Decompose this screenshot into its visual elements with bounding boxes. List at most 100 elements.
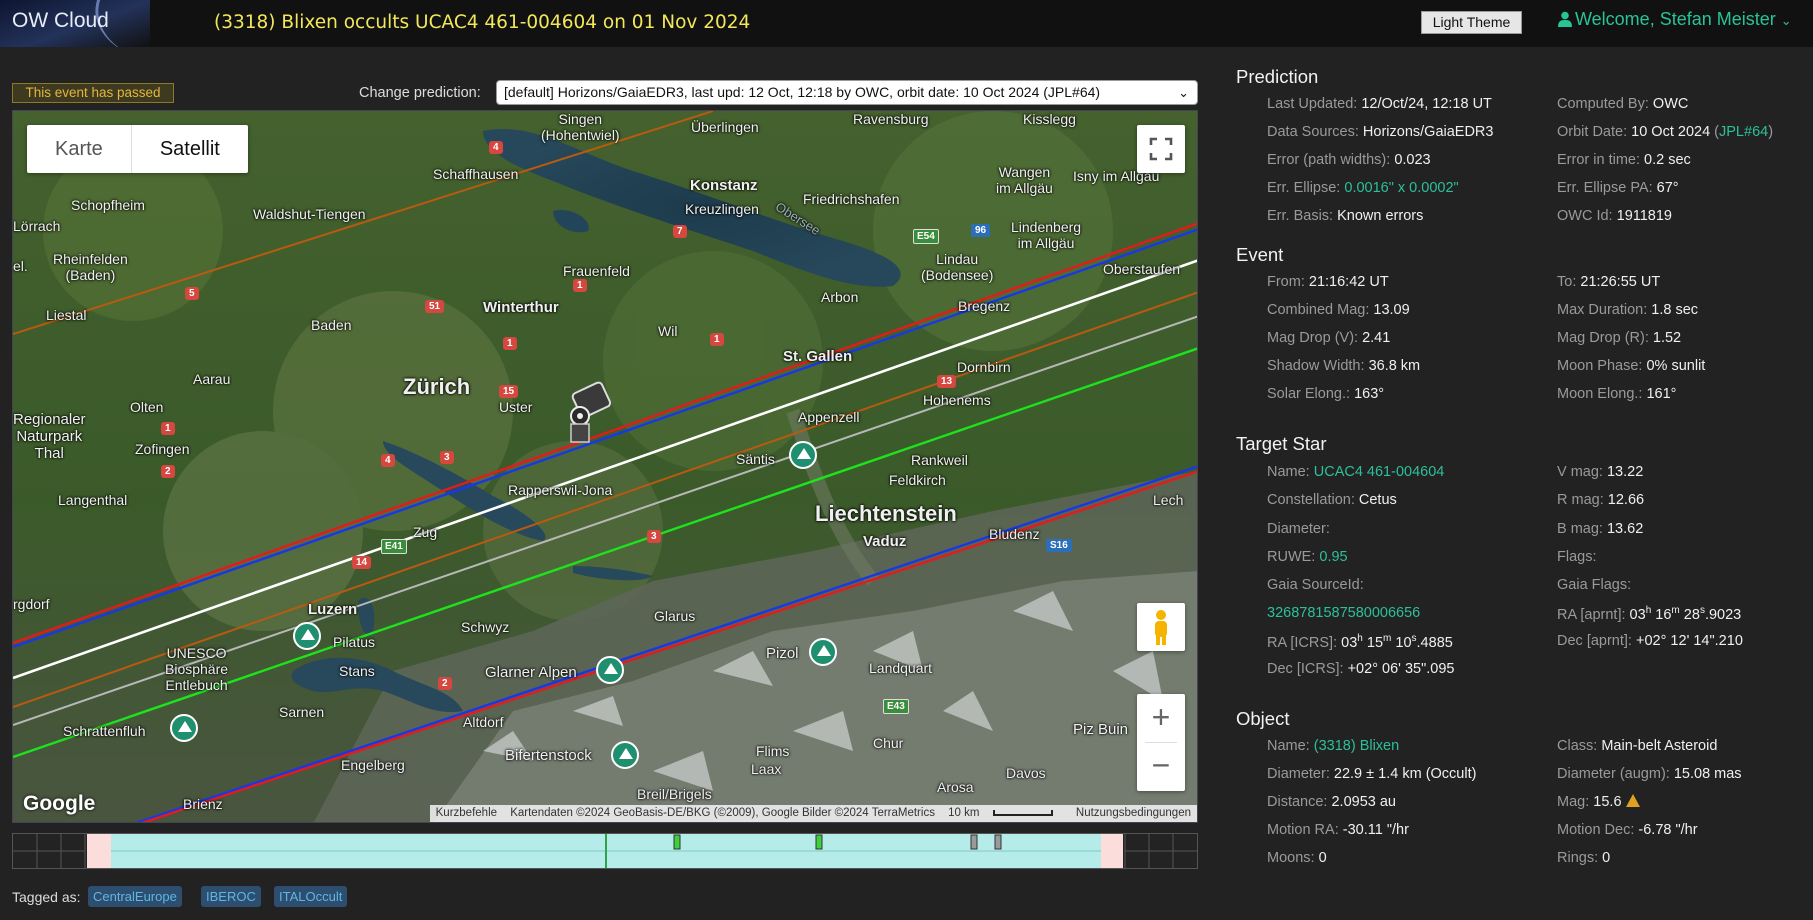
mountain-marker-icon[interactable] [809,638,837,666]
map-type-satellit-button[interactable]: Satellit [130,125,248,173]
label: Diameter: [1267,521,1330,537]
moon-elong-row: Moon Elong.: 161° [1557,386,1676,402]
map-label-langenthal: Langenthal [58,492,128,508]
label: Distance: [1267,794,1328,810]
user-icon [1558,11,1572,27]
value: 1.8 sec [1651,302,1699,318]
value: 13.09 [1373,302,1410,318]
road-badge: 3 [440,451,454,464]
map-label-zurich: Zürich [403,374,471,399]
label: From: [1267,274,1305,290]
value: Known errors [1337,208,1424,224]
map-scale[interactable]: 10 km [948,807,1063,819]
value: 163° [1354,386,1385,402]
gaia-sourceid-value-row: 3268781587580006656 [1267,605,1420,621]
map-label-olten: Olten [130,399,164,415]
label: B mag: [1557,521,1603,537]
map-label-bregenz: Bregenz [958,298,1011,314]
map-label-konstanz: Konstanz [690,177,758,194]
road-badge: S16 [1046,539,1072,552]
gaia-sourceid-link[interactable]: 3268781587580006656 [1267,605,1420,621]
label: Computed By: [1557,96,1649,112]
mountain-marker-icon[interactable] [611,741,639,769]
section-title-prediction: Prediction [1236,66,1319,87]
label: Flags: [1557,549,1597,565]
map-view[interactable]: Singen (Hohentwiel) Überlingen Ravensbur… [12,110,1198,823]
road-badge: 3 [647,530,661,543]
terms-link[interactable]: Nutzungsbedingungen [1076,807,1191,819]
map-label-piz-buin: Piz Buin [1073,721,1129,738]
value: 0 [1602,850,1611,866]
street-view-pegman[interactable] [1137,603,1185,651]
value: 21:26:55 UT [1580,274,1661,290]
label: Rings: [1557,850,1599,866]
tag-italoccult[interactable]: ITALOccult [274,886,348,907]
prediction-select[interactable]: [default] Horizons/GaiaEDR3, last upd: 1… [496,80,1198,105]
map-label-engelberg: Engelberg [341,757,405,773]
map-label-brienz: Brienz [183,796,223,812]
tag-centraleurope[interactable]: CentralEurope [88,886,182,907]
app-logo[interactable]: OW Cloud [0,0,150,47]
ra-icrs-row: RA [ICRS]: 03h 15m 10s.4885 [1267,633,1453,651]
user-menu[interactable]: Welcome, Stefan Meister ⌄ [1558,9,1792,30]
app-logo-text: OW Cloud [12,9,109,32]
diameter-augm-row: Diameter (augm): 15.08 mas [1557,766,1742,782]
value[interactable]: 0.0016" x 0.0002" [1344,180,1458,196]
error-time-row: Error in time: 0.2 sec [1557,152,1691,168]
map-label-bifertenstock: Bifertenstock [505,747,592,764]
map-label-appenzell: Appenzell [798,409,860,425]
map-label-schwyz: Schwyz [461,619,510,635]
map-attribution: Kurzbefehle Kartendaten ©2024 GeoBasis-D… [429,805,1197,822]
map-label-regionaler-naturpark: Regionaler Naturpark Thal [13,411,86,462]
light-theme-button[interactable]: Light Theme [1421,11,1522,34]
label: V mag: [1557,464,1603,480]
map-label-breil-brigels: Breil/Brigels [637,786,712,802]
warning-icon[interactable] [1625,794,1640,807]
combined-mag-row: Combined Mag: 13.09 [1267,302,1410,318]
v-mag-row: V mag: 13.22 [1557,464,1643,480]
map-label-bludenz: Bludenz [989,526,1040,542]
mountain-marker-icon[interactable] [596,656,624,684]
mountain-marker-icon[interactable] [170,714,198,742]
owc-id-row: OWC Id: 1911819 [1557,208,1672,224]
map-label-feldkirch: Feldkirch [889,472,946,488]
label: Diameter (augm): [1557,766,1670,782]
value: 161° [1646,386,1677,402]
mountain-marker-icon[interactable] [293,622,321,650]
map-data-attribution: Kartendaten ©2024 GeoBasis-DE/BKG (©2009… [510,807,935,819]
welcome-text: Welcome, Stefan Meister [1575,9,1776,29]
fullscreen-button[interactable] [1137,125,1185,173]
to-row: To: 21:26:55 UT [1557,274,1660,290]
star-name-link[interactable]: UCAC4 461-004604 [1314,464,1445,480]
motion-ra-row: Motion RA: -30.11 "/hr [1267,822,1409,838]
zoom-in-button[interactable]: + [1137,694,1185,742]
tag-iberoc[interactable]: IBEROC [201,886,261,907]
label: Gaia Flags: [1557,577,1632,593]
map-label-rankweil: Rankweil [911,452,968,468]
event-timeline[interactable] [12,833,1198,869]
zoom-out-button[interactable]: − [1137,743,1185,791]
value: -6.78 "/hr [1638,822,1698,838]
road-badge: 4 [489,141,503,154]
value: Main-belt Asteroid [1601,738,1718,754]
label: Shadow Width: [1267,358,1365,374]
map-label-sarnen: Sarnen [279,704,325,720]
map-label-rheinfelden: Rheinfelden (Baden) [53,251,128,283]
keyboard-shortcuts-link[interactable]: Kurzbefehle [436,807,497,819]
jpl-link[interactable]: JPL#64 [1719,124,1768,140]
mountain-marker-icon[interactable] [789,441,817,469]
chevron-down-icon: ⌄ [1178,85,1189,100]
value: 0.2 sec [1644,152,1691,168]
object-name-link[interactable]: (3318) Blixen [1314,738,1399,754]
object-name-row: Name: (3318) Blixen [1267,738,1399,754]
change-prediction-label: Change prediction: [359,85,481,101]
label: Moons: [1267,850,1315,866]
section-title-event: Event [1236,244,1284,265]
map-type-karte-button[interactable]: Karte [27,125,131,173]
value: 2.0953 au [1331,794,1396,810]
data-sources-row: Data Sources: Horizons/GaiaEDR3 [1267,124,1493,140]
value: 12.66 [1607,492,1645,508]
road-badge: E54 [913,229,939,244]
map-label-winterthur: Winterthur [483,299,559,316]
map-label-laax: Laax [751,761,782,777]
